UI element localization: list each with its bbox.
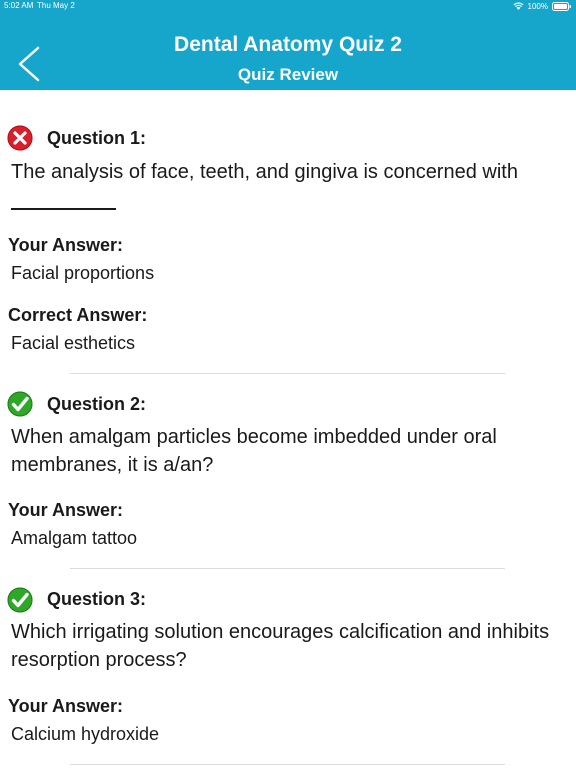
your-answer-label: Your Answer:	[8, 235, 124, 255]
your-answer-text: Calcium hydroxide	[11, 724, 160, 744]
correct-answer-text: Facial esthetics	[11, 333, 136, 353]
divider	[70, 764, 505, 765]
navigation-header: 5:02 AM Thu May 2 100% Dental Anatomy Qu…	[0, 0, 576, 90]
check-mark-icon	[7, 587, 33, 613]
question-text: The analysis of face, teeth, and gingiva…	[11, 161, 518, 183]
x-mark-icon	[7, 125, 33, 151]
status-indicators: 100%	[513, 0, 572, 12]
page-title: Dental Anatomy Quiz 2	[174, 33, 402, 56]
question-text: Which irrigating solution encourages cal…	[11, 621, 550, 671]
your-answer-label: Your Answer:	[8, 500, 124, 520]
status-time: 5:02 AM	[4, 1, 34, 10]
your-answer-text: Amalgam tattoo	[11, 528, 138, 548]
your-answer-label: Your Answer:	[8, 696, 124, 716]
question-label: Question 1:	[47, 128, 147, 148]
battery-icon	[552, 1, 572, 11]
divider	[70, 373, 505, 374]
answer-blank-line	[11, 208, 116, 210]
question-text: When amalgam particles become imbedded u…	[11, 426, 497, 476]
divider	[70, 568, 505, 569]
question-label: Question 2:	[47, 394, 147, 414]
page-subtitle: Quiz Review	[237, 65, 339, 84]
correct-answer-label: Correct Answer:	[8, 305, 148, 325]
question-label: Question 3:	[47, 589, 147, 609]
wifi-icon	[513, 2, 524, 10]
status-date: Thu May 2	[37, 1, 75, 10]
battery-percentage: 100%	[527, 1, 548, 11]
check-mark-icon	[7, 391, 33, 417]
your-answer-text: Facial proportions	[11, 263, 155, 283]
